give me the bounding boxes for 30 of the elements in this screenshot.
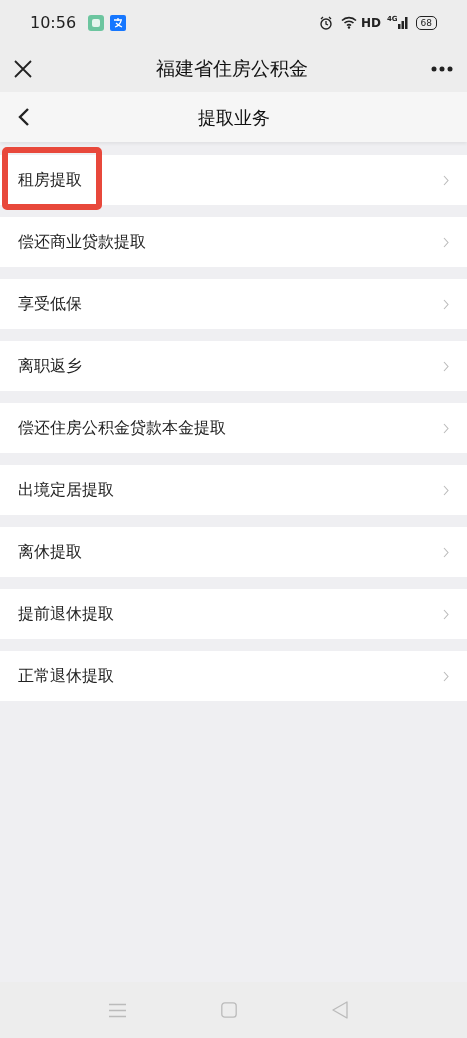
app-icon: [110, 14, 127, 31]
list-item[interactable]: 租房提取: [0, 155, 467, 205]
chevron-icon: [443, 298, 449, 310]
chevron-icon: [443, 422, 449, 434]
list-item[interactable]: 享受低保: [0, 279, 467, 329]
chevron-icon: [443, 546, 449, 558]
signal-icon: [397, 16, 408, 29]
wifi-icon: [340, 16, 357, 29]
list-item[interactable]: 离休提取: [0, 527, 467, 577]
list-item[interactable]: 偿还商业贷款提取: [0, 217, 467, 267]
list-item[interactable]: 偿还住房公积金贷款本金提取: [0, 403, 467, 453]
chevron-icon: [443, 670, 449, 682]
chevron-icon: [443, 174, 449, 186]
window-title: 福建省住房公积金: [154, 56, 309, 82]
chevron-icon: [443, 236, 449, 248]
network-label: HD: [360, 14, 381, 32]
list-item[interactable]: 正常退休提取: [0, 651, 467, 701]
status-time: 10:56: [30, 11, 77, 34]
list-item[interactable]: 离职返乡: [0, 341, 467, 391]
chevron-icon: [443, 608, 449, 620]
battery-indicator: 68: [415, 15, 437, 30]
page-title: 提取业务: [196, 105, 271, 130]
chevron-icon: [443, 484, 449, 496]
close-button[interactable]: [14, 59, 32, 78]
app-icon: [88, 14, 105, 31]
back-button[interactable]: [18, 107, 30, 127]
chevron-icon: [443, 360, 449, 372]
list-item[interactable]: 出境定居提取: [0, 465, 467, 515]
alarm-icon: [318, 15, 333, 30]
list-item[interactable]: 提前退休提取: [0, 589, 467, 639]
